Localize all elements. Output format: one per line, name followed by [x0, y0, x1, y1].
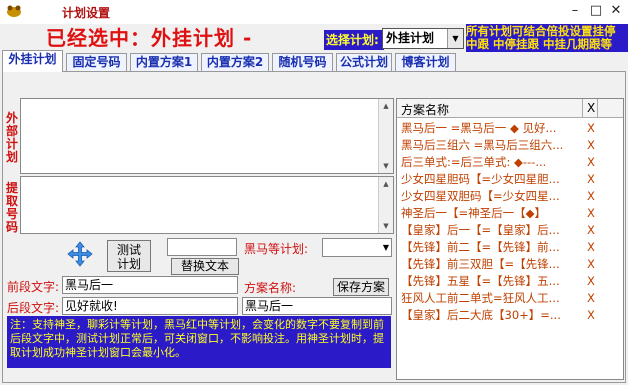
list-item[interactable]: 【先锋】五星【=【先锋】五... X — [397, 274, 623, 289]
close-icon[interactable]: ✕ — [606, 2, 626, 20]
tab-builtin-scheme-1[interactable]: 内置方案1 — [130, 53, 198, 71]
prefix-text-input[interactable]: 黑马后一 — [62, 276, 238, 294]
plan-select[interactable]: 外挂计划 ▼ — [382, 28, 464, 49]
list-item[interactable]: 【先锋】前三双胆【=【先锋... X — [397, 257, 623, 272]
minimize-icon[interactable]: – — [565, 2, 585, 20]
outer-plan-textarea[interactable]: ▲ ▼ — [20, 98, 394, 174]
plan-type-label: 黑马等计划: — [244, 242, 309, 256]
extract-numbers-textarea[interactable]: ▲ ▼ — [20, 176, 394, 234]
plan-select-label: 选择计划: — [324, 30, 384, 50]
list-item[interactable]: 后三单式:=后三单式: ◆---... X — [397, 155, 623, 170]
delete-icon[interactable]: X — [587, 206, 595, 221]
list-item[interactable]: 少女四星胆码【=少女四星胆... X — [397, 172, 623, 187]
list-item[interactable]: 少女四星双胆码【=少女四星... X — [397, 189, 623, 204]
prefix-text-label: 前段文字: — [7, 280, 60, 294]
list-item[interactable]: 神圣后一【=神圣后一【◆】 X — [397, 206, 623, 221]
outer-plan-scrollbar[interactable]: ▲ ▼ — [378, 99, 393, 173]
delete-icon[interactable]: X — [587, 240, 595, 255]
delete-icon[interactable]: X — [587, 138, 595, 153]
test-plan-label-1: 测试 — [116, 243, 141, 257]
replace-text-button[interactable]: 替换文本 — [171, 258, 239, 275]
list-item[interactable]: 黑马后三组六 =黑马后三组六... X — [397, 138, 623, 153]
suffix-text-input[interactable]: 见好就收! — [62, 297, 238, 315]
suffix-text-label: 后段文字: — [7, 301, 60, 315]
plan-select-value: 外挂计划 — [386, 31, 435, 45]
delete-icon[interactable]: X — [587, 172, 595, 187]
col-scheme-name: 方案名称 — [401, 103, 450, 117]
delete-icon[interactable]: X — [587, 274, 595, 289]
scheme-name-input[interactable]: 黑马后一 — [242, 297, 392, 315]
col-delete: X — [587, 101, 596, 115]
list-item[interactable]: 黑马后一 =黑马后一 ◆ 见好... X — [397, 121, 623, 136]
chevron-down-icon[interactable]: ▼ — [383, 239, 389, 256]
scroll-down-icon[interactable]: ▼ — [380, 160, 392, 172]
delete-icon[interactable]: X — [587, 189, 595, 204]
outer-plan-label: 外部计划 — [5, 111, 18, 164]
scroll-up-icon[interactable]: ▲ — [380, 100, 392, 112]
chevron-down-icon[interactable]: ▼ — [447, 29, 463, 48]
delete-icon[interactable]: X — [587, 155, 595, 170]
test-plan-button[interactable]: 测试 计划 — [107, 240, 151, 272]
tab-bar: 外挂计划 固定号码 内置方案1 内置方案2 随机号码 公式计划 博客计划 — [0, 50, 628, 72]
notice-banner: 所有计划可结合倍投设置挂停 中跟 中停挂跟 中挂几期跟等 — [466, 24, 628, 52]
extract-numbers-scrollbar[interactable]: ▲ ▼ — [378, 177, 393, 233]
tab-formula-plan[interactable]: 公式计划 — [336, 53, 392, 71]
scheme-list-header: 方案名称 X — [397, 99, 623, 118]
app-icon — [5, 4, 23, 18]
extract-numbers-label: 提取号码 — [5, 181, 18, 234]
list-item[interactable]: 【皇家】后二大底【30+】=... X — [397, 308, 623, 323]
delete-icon[interactable]: X — [587, 257, 595, 272]
delete-icon[interactable]: X — [587, 291, 595, 306]
maximize-icon[interactable]: □ — [586, 2, 606, 20]
list-item[interactable]: 【先锋】前二【=【先锋】前... X — [397, 240, 623, 255]
tab-random-numbers[interactable]: 随机号码 — [272, 53, 333, 71]
tab-fixed-numbers[interactable]: 固定号码 — [66, 53, 127, 71]
test-plan-label-2: 计划 — [116, 257, 141, 271]
tab-blog-plan[interactable]: 博客计划 — [395, 53, 456, 71]
window-title: 计划设置 — [62, 6, 111, 20]
save-scheme-button[interactable]: 保存方案 — [333, 278, 389, 296]
delete-icon[interactable]: X — [587, 121, 595, 136]
title-bar: 计划设置 – □ ✕ — [0, 0, 628, 24]
help-note: 注：支持神圣，聊彩计等计划，黑马红中等计划，会变化的数字不要复制到前后段文字中，… — [7, 316, 391, 368]
plan-type-select[interactable]: ▼ — [322, 238, 392, 257]
scheme-name-label: 方案名称: — [244, 281, 297, 295]
scroll-up-icon[interactable]: ▲ — [380, 178, 392, 190]
list-item[interactable]: 狂风人工前二单式=狂风人工... X — [397, 291, 623, 306]
move-crosshair-icon[interactable] — [66, 240, 94, 268]
scheme-list[interactable]: 方案名称 X 黑马后一 =黑马后一 ◆ 见好... X 黑马后三组六 =黑马后三组… — [396, 98, 624, 380]
delete-icon[interactable]: X — [587, 223, 595, 238]
selected-plan-text: 已经选中：外挂计划 - — [46, 26, 253, 50]
delete-icon[interactable]: X — [587, 308, 595, 323]
scroll-down-icon[interactable]: ▼ — [380, 220, 392, 232]
list-item[interactable]: 【皇家】后一【=【皇家】后... X — [397, 223, 623, 238]
tab-builtin-scheme-2[interactable]: 内置方案2 — [201, 53, 269, 71]
replace-text-input[interactable] — [167, 238, 237, 256]
tab-outer-plan[interactable]: 外挂计划 — [2, 50, 63, 72]
